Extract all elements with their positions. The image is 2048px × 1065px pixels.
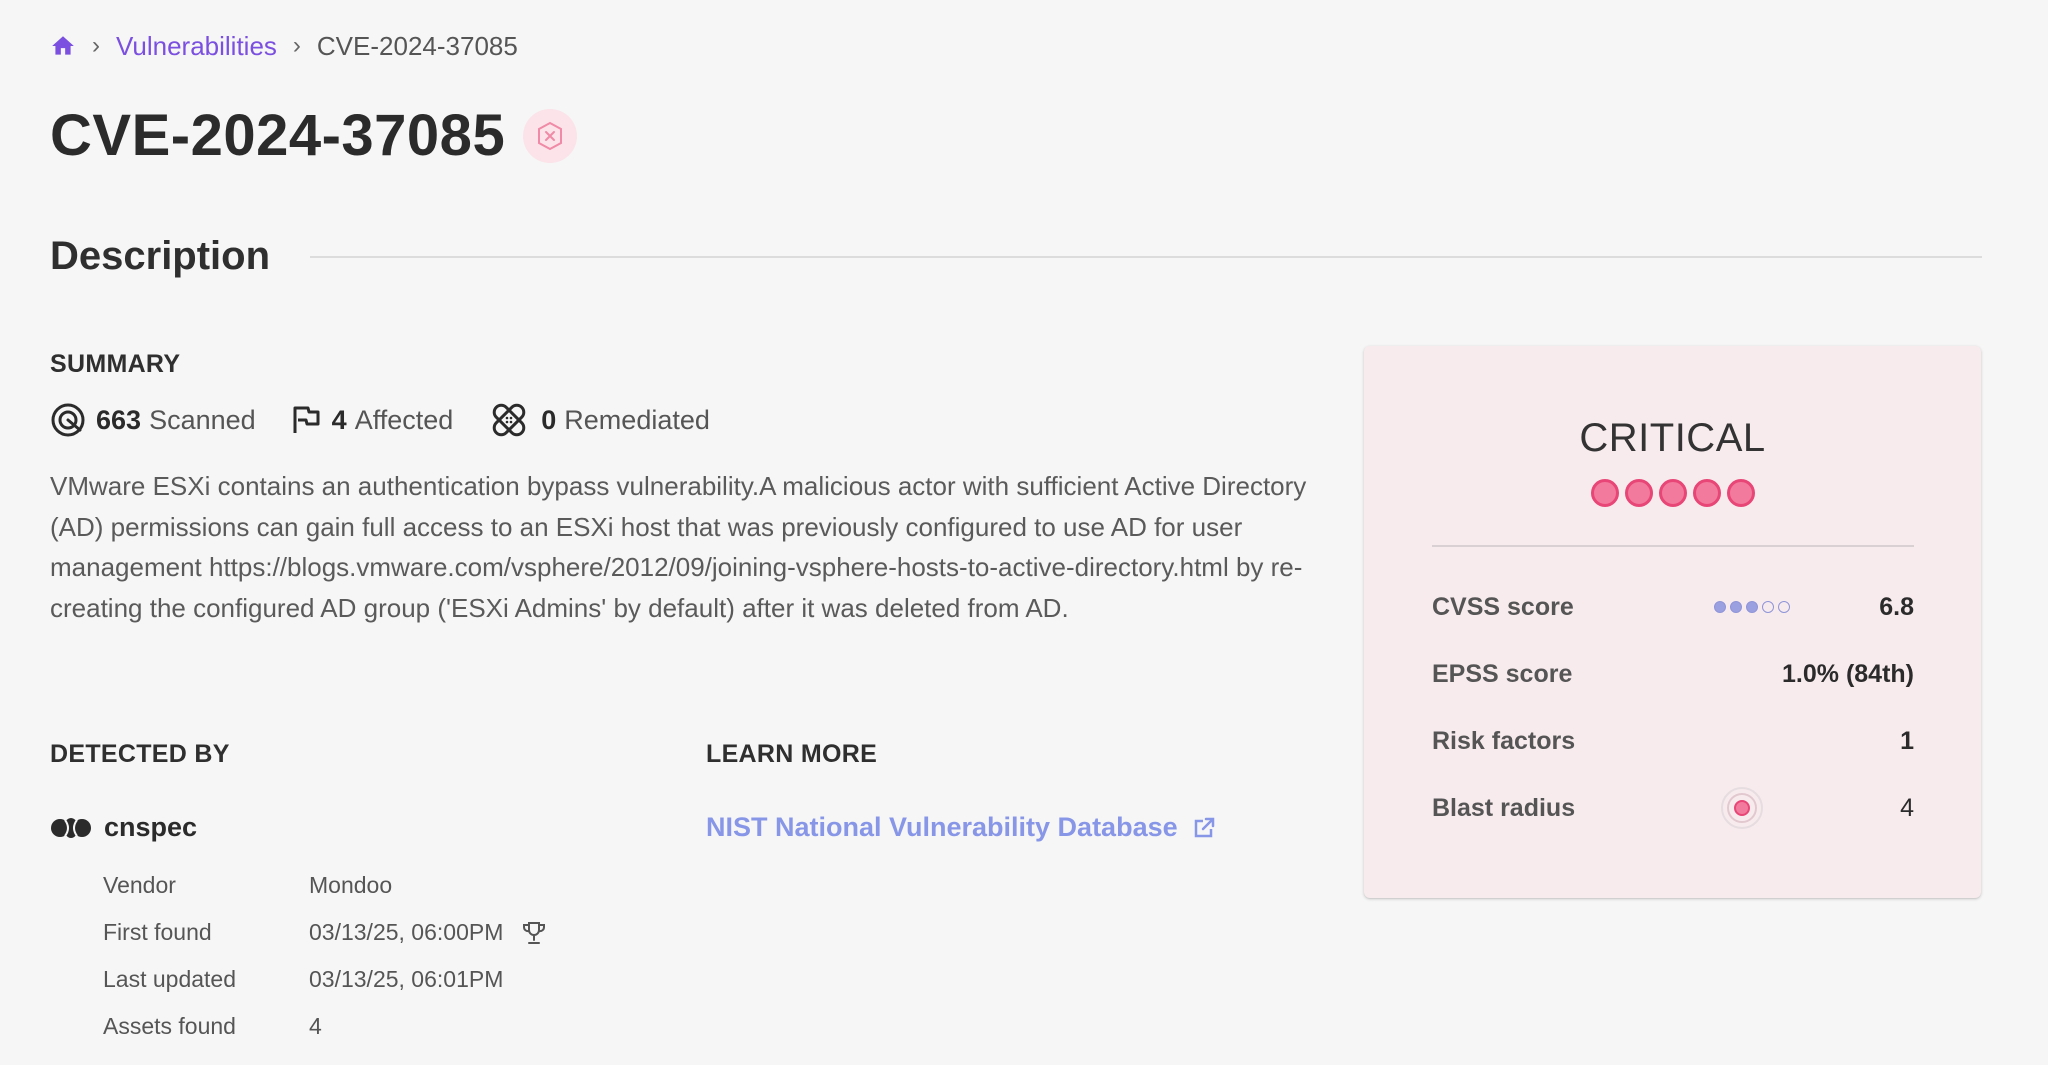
severity-level: CRITICAL xyxy=(1579,416,1766,460)
info-key: First found xyxy=(103,919,212,945)
description-heading: Description xyxy=(50,234,271,278)
page-title: CVE-2024-37085 xyxy=(50,103,506,168)
home-icon[interactable] xyxy=(50,33,76,59)
info-value: 4 xyxy=(309,1013,322,1040)
risk-factors-label: Risk factors xyxy=(1432,726,1576,755)
radar-icon xyxy=(51,403,85,437)
detector-tool: cnspec xyxy=(50,812,197,843)
vulnerability-detail-page: › Vulnerabilities › CVE-2024-37085 CVE-2… xyxy=(0,0,2048,1065)
last-updated-value: 03/13/25, 06:01PM xyxy=(309,966,504,992)
remediated-label: Remediated xyxy=(564,404,710,435)
cvss-label: CVSS score xyxy=(1432,592,1574,621)
card-divider xyxy=(1432,545,1914,547)
info-value: 03/13/25, 06:01PM xyxy=(309,966,503,993)
info-row-vendor: Vendor Mondoo xyxy=(103,862,547,909)
info-key: Vendor xyxy=(103,872,176,898)
blast-radius-label: Blast radius xyxy=(1432,793,1576,822)
detector-name: cnspec xyxy=(104,812,198,842)
nist-link-text: NIST National Vulnerability Database xyxy=(706,812,1178,842)
blast-radius-value: 4 xyxy=(1900,793,1914,822)
severity-card: CRITICAL CVSS score 6.8 EPSS score 1.0% … xyxy=(1364,346,1981,898)
remediated-stat: 0 Remediated xyxy=(487,398,710,442)
affected-stat: 4 Affected xyxy=(290,404,454,436)
severity-dot xyxy=(1624,479,1653,507)
info-value: 03/13/25, 06:00PM xyxy=(309,919,547,946)
nist-database-link[interactable]: NIST National Vulnerability Database xyxy=(706,812,1216,843)
severity-dot xyxy=(1692,479,1721,507)
info-value: Mondoo xyxy=(309,872,392,899)
first-found-value: 03/13/25, 06:00PM xyxy=(309,919,504,945)
summary-stats: 663 Scanned 4 Affected 0 Remediated xyxy=(50,398,744,442)
blast-radius-icon xyxy=(1721,787,1763,829)
description-section-header: Description xyxy=(50,234,1982,279)
severity-dot xyxy=(1590,479,1619,507)
external-link-icon xyxy=(1194,817,1214,837)
metric-risk-factors: Risk factors 1 xyxy=(1432,721,1914,761)
breadcrumb-separator: › xyxy=(292,32,301,59)
metric-blast-radius: Blast radius 4 xyxy=(1432,787,1914,829)
epss-value: 1.0% (84th) xyxy=(1782,659,1914,688)
summary-label: SUMMARY xyxy=(50,350,181,378)
info-row-first-found: First found 03/13/25, 06:00PM xyxy=(103,909,547,956)
detection-info: Vendor Mondoo First found 03/13/25, 06:0… xyxy=(103,862,547,1050)
info-key: Assets found xyxy=(103,1013,236,1039)
info-row-last-updated: Last updated 03/13/25, 06:01PM xyxy=(103,956,547,1003)
info-key: Last updated xyxy=(103,966,237,992)
learn-more-label: LEARN MORE xyxy=(706,740,878,768)
breadcrumb-vulnerabilities-link[interactable]: Vulnerabilities xyxy=(116,31,277,62)
cnspec-logo-icon xyxy=(51,817,91,838)
cvss-rating-dots xyxy=(1714,601,1794,613)
title-row: CVE-2024-37085 xyxy=(50,102,578,169)
vendor-value: Mondoo xyxy=(309,872,393,898)
breadcrumb-current: CVE-2024-37085 xyxy=(316,30,518,61)
scanned-label: Scanned xyxy=(149,404,256,435)
severity-dot xyxy=(1726,479,1755,507)
detected-by-label: DETECTED BY xyxy=(50,740,230,768)
cvss-dot xyxy=(1714,601,1726,613)
scanned-stat: 663 Scanned xyxy=(50,402,256,438)
flag-icon xyxy=(293,406,320,433)
cvss-dot xyxy=(1746,601,1758,613)
metric-epss: EPSS score 1.0% (84th) xyxy=(1432,654,1914,694)
remediated-count: 0 xyxy=(541,404,557,435)
bandage-icon xyxy=(492,403,526,437)
cvss-value: 6.8 xyxy=(1879,592,1914,621)
affected-count: 4 xyxy=(331,404,347,435)
severity-rating-dots xyxy=(1364,479,1981,507)
scanned-count: 663 xyxy=(96,404,142,435)
critical-shield-icon xyxy=(523,108,578,163)
cvss-dot xyxy=(1762,601,1774,613)
assets-found-value: 4 xyxy=(309,1013,322,1039)
metric-cvss: CVSS score 6.8 xyxy=(1432,587,1914,627)
severity-dot xyxy=(1658,479,1687,507)
section-divider xyxy=(310,255,1982,258)
breadcrumb: › Vulnerabilities › CVE-2024-37085 xyxy=(50,28,518,64)
affected-label: Affected xyxy=(354,404,454,435)
vulnerability-description: VMware ESXi contains an authentication b… xyxy=(50,471,1307,623)
info-row-assets-found: Assets found 4 xyxy=(103,1003,547,1050)
breadcrumb-separator: › xyxy=(92,32,100,59)
epss-label: EPSS score xyxy=(1432,659,1573,688)
cvss-dot xyxy=(1730,601,1742,613)
trophy-icon xyxy=(523,921,546,944)
cvss-dot xyxy=(1778,601,1790,613)
risk-factors-value: 1 xyxy=(1900,726,1914,755)
